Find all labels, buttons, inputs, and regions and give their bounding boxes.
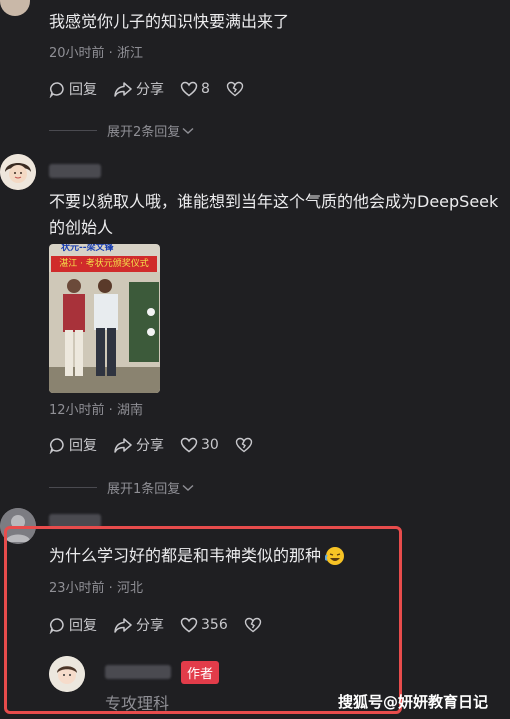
reply-username-blurred[interactable]: [105, 665, 171, 679]
avatar[interactable]: [0, 154, 36, 190]
author-tag: 作者: [181, 661, 220, 684]
comment-text: 不要以貌取人哦，谁能想到当年这个气质的他会成为DeepSeek的创始人: [49, 192, 499, 237]
watermark: 搜狐号@妍妍教育日记: [338, 693, 489, 711]
avatar-face-icon: [49, 656, 85, 692]
comment-icon: [49, 81, 64, 98]
chevron-down-icon: [182, 127, 194, 134]
reply-button[interactable]: 回复: [49, 79, 97, 99]
like-button[interactable]: 30: [180, 437, 219, 453]
comment-actions: 回复 分享 356: [49, 615, 281, 635]
photo-people-icon: [49, 272, 160, 393]
divider: [49, 487, 97, 488]
comment-meta: 23小时前 · 河北: [49, 581, 143, 596]
expand-replies[interactable]: 展开1条回复: [49, 478, 194, 497]
like-count: 8: [201, 81, 210, 97]
broken-heart-icon: [226, 81, 244, 97]
dislike-button[interactable]: [244, 617, 265, 633]
dislike-button[interactable]: [235, 437, 256, 453]
share-button[interactable]: 分享: [113, 615, 164, 635]
share-icon: [114, 81, 132, 97]
photo-banner: 湛江 · 考状元颁奖仪式: [51, 256, 157, 272]
chevron-down-icon: [182, 484, 194, 491]
expand-replies[interactable]: 展开2条回复: [49, 121, 194, 140]
like-count: 30: [201, 437, 219, 453]
expand-label: 展开1条回复: [107, 482, 181, 497]
avatar[interactable]: [0, 0, 30, 16]
share-icon: [114, 617, 132, 633]
comment-photo[interactable]: 状元--梁文锋 湛江 · 考状元颁奖仪式: [49, 244, 160, 393]
reply-button[interactable]: 回复: [49, 615, 97, 635]
divider: [49, 130, 97, 131]
heart-icon: [180, 437, 198, 453]
comment-text: 我感觉你儿子的知识快要满出来了: [49, 12, 290, 31]
share-label: 分享: [136, 82, 164, 98]
laughing-tears-icon: [325, 547, 345, 565]
share-label: 分享: [136, 438, 164, 454]
broken-heart-icon: [244, 617, 261, 633]
share-icon: [114, 437, 132, 453]
reply-text: 专攻理科: [105, 694, 170, 713]
reply-label: 回复: [69, 82, 97, 98]
heart-icon: [180, 617, 198, 633]
dislike-button[interactable]: [226, 81, 247, 97]
broken-heart-icon: [235, 437, 253, 453]
expand-label: 展开2条回复: [107, 125, 181, 140]
comment-meta: 12小时前 · 湖南: [49, 403, 143, 418]
like-count: 356: [201, 617, 228, 633]
like-button[interactable]: 8: [180, 81, 210, 97]
share-label: 分享: [136, 618, 164, 634]
comment-actions: 回复 分享 8: [49, 79, 263, 99]
comment-actions: 回复 分享 30: [49, 435, 272, 455]
share-button[interactable]: 分享: [113, 79, 164, 99]
like-button[interactable]: 356: [180, 617, 228, 633]
comment-icon: [49, 617, 64, 634]
reply-avatar[interactable]: [49, 656, 85, 692]
reply-label: 回复: [69, 618, 97, 634]
comment-icon: [49, 437, 64, 454]
comment-text: 为什么学习好的都是和韦神类似的那种: [49, 543, 345, 569]
reply-button[interactable]: 回复: [49, 435, 97, 455]
reply-label: 回复: [69, 438, 97, 454]
photo-caption: 状元--梁文锋: [61, 244, 114, 253]
heart-icon: [180, 81, 198, 97]
username-blurred[interactable]: [49, 164, 101, 178]
comment-meta: 20小时前 · 浙江: [49, 46, 143, 61]
share-button[interactable]: 分享: [113, 435, 164, 455]
avatar-face-icon: [0, 154, 36, 190]
